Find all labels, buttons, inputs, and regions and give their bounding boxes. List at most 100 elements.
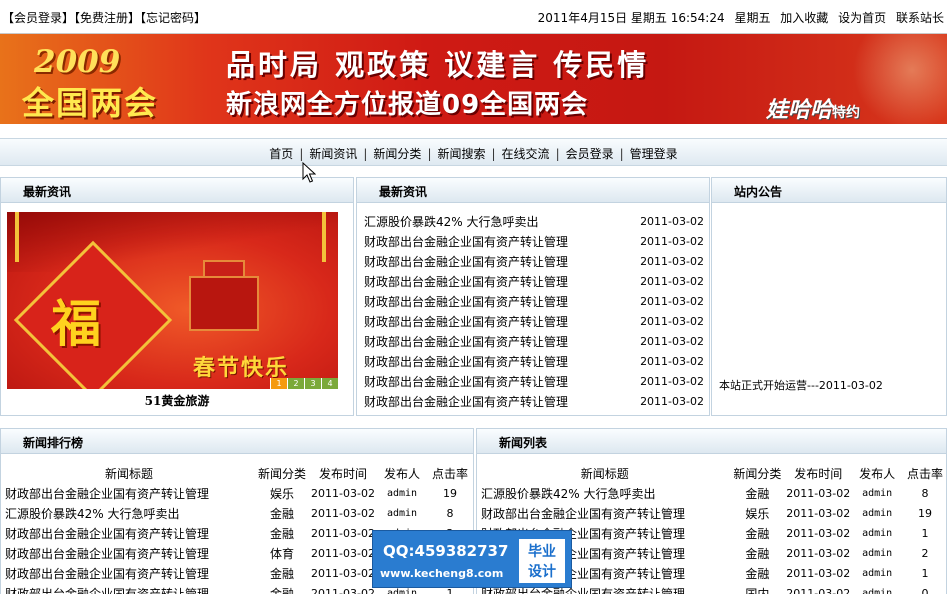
list-item: 财政部出台金融企业国有资产转让管理 2011-03-02 xyxy=(364,332,706,352)
panel-title: 新闻列表 xyxy=(499,436,548,450)
news-title-link[interactable]: 财政部出台金融企业国有资产转让管理 xyxy=(5,483,253,503)
watermark-stamp: 毕业 设计 xyxy=(519,539,565,583)
news-title-link[interactable]: 财政部出台金融企业国有资产转让管理 xyxy=(5,563,253,583)
list-item: 财政部出台金融企业国有资产转让管理 2011-03-02 xyxy=(364,252,706,272)
news-title-link[interactable]: 财政部出台金融企业国有资产转让管理 xyxy=(364,352,568,372)
nav-item-0[interactable]: 首页 xyxy=(263,147,299,161)
header-col-category: 新闻分类 xyxy=(257,466,306,481)
news-title-link[interactable]: 财政部出台金融企业国有资产转让管理 xyxy=(364,232,568,252)
banner-event: 全国两会 xyxy=(22,84,159,122)
feature-caption[interactable]: 51黄金旅游 xyxy=(1,392,353,409)
panel-latest-feature: 最新资讯 福 春节快乐 1234 51黄金旅游 xyxy=(0,177,354,416)
news-category: 娱乐 xyxy=(269,486,294,501)
news-date: 2011-03-02 xyxy=(311,506,375,520)
list-item: 财政部出台金融企业国有资产转让管理 2011-03-02 xyxy=(364,392,706,412)
nav-items: 首页 | 新闻资讯 | 新闻分类 | 新闻搜索 | 在线交流 | 会员登录 | 管理登录 xyxy=(263,145,683,162)
news-category: 金融 xyxy=(269,506,294,521)
news-title-link[interactable]: 财政部出台金融企业国有资产转让管理 xyxy=(364,252,568,272)
set-homepage-link[interactable]: 设为首页 xyxy=(838,11,886,25)
nav-item-3[interactable]: 新闻搜索 xyxy=(431,147,491,161)
header-col-title: 新闻标题 xyxy=(580,466,629,481)
news-date: 2011-03-02 xyxy=(640,255,704,268)
header-col-author: 发布人 xyxy=(859,466,896,481)
register-link[interactable]: 【免费注册】 xyxy=(74,11,140,25)
add-favorite-link[interactable]: 加入收藏 xyxy=(780,11,828,25)
contact-admin-link[interactable]: 联系站长 xyxy=(896,11,944,25)
watermark-site: www.kecheng8.com xyxy=(380,567,504,580)
nav-item-6[interactable]: 管理登录 xyxy=(624,147,684,161)
forgot-password-link[interactable]: 【忘记密码】 xyxy=(140,11,206,25)
feature-drape xyxy=(7,212,338,272)
panel-latest-list: 最新资讯 汇源股价暴跌42% 大行急呼卖出 2011-03-02 财政部出台金融企业… xyxy=(356,177,710,416)
stamp-line-2: 设计 xyxy=(528,564,556,580)
table-header-row: 新闻标题 新闻分类 发布时间 发布人 点击率 xyxy=(481,463,946,483)
pager-button-3[interactable]: 3 xyxy=(304,378,321,389)
news-date: 2011-03-02 xyxy=(640,295,704,308)
table-row: 汇源股价暴跌42% 大行急呼卖出 金融 2011-03-02 admin 8 xyxy=(5,503,471,523)
news-author: admin xyxy=(862,587,893,594)
news-clicks: 2 xyxy=(921,546,929,560)
news-category: 金融 xyxy=(745,566,770,581)
watermark-badge: QQ:459382737 www.kecheng8.com 毕业 设计 xyxy=(372,530,572,588)
news-date: 2011-03-02 xyxy=(786,586,851,594)
panel-header: 最新资讯 xyxy=(357,178,709,203)
news-author: admin xyxy=(386,507,418,519)
news-clicks: 19 xyxy=(443,486,457,500)
news-title-link[interactable]: 财政部出台金融企业国有资产转让管理 xyxy=(364,292,568,312)
nav-separator: | xyxy=(555,147,560,161)
news-title-link[interactable]: 财政部出台金融企业国有资产转让管理 xyxy=(5,583,253,594)
news-date: 2011-03-02 xyxy=(640,315,704,328)
header-col-date: 发布时间 xyxy=(794,466,843,481)
news-title-link[interactable]: 财政部出台金融企业国有资产转让管理 xyxy=(5,543,253,563)
lantern-right-icon xyxy=(322,212,326,262)
news-title-link[interactable]: 财政部出台金融企业国有资产转让管理 xyxy=(5,523,253,543)
news-date: 2011-03-02 xyxy=(640,235,704,248)
pager-button-2[interactable]: 2 xyxy=(287,378,304,389)
news-clicks: 19 xyxy=(918,506,933,520)
news-date: 2011-03-02 xyxy=(786,546,851,560)
news-author: admin xyxy=(862,547,893,559)
notice-text[interactable]: 本站正式开始运营---2011-03-02 xyxy=(719,377,883,393)
member-login-link[interactable]: 【会员登录】 xyxy=(2,11,74,25)
pager-button-1[interactable]: 1 xyxy=(270,378,287,389)
news-clicks: 1 xyxy=(921,566,929,580)
nav-item-2[interactable]: 新闻分类 xyxy=(367,147,427,161)
news-date: 2011-03-02 xyxy=(311,526,375,540)
news-title-link[interactable]: 财政部出台金融企业国有资产转让管理 xyxy=(364,372,568,392)
banner-year: 2009 xyxy=(34,44,121,80)
feature-slideshow[interactable]: 福 春节快乐 1234 xyxy=(7,212,338,389)
site-banner: 2009 全国两会 品时局 观政策 议建言 传民情 新浪网全方位报道09全国两会… xyxy=(0,34,947,124)
news-category: 金融 xyxy=(269,586,294,594)
nav-item-1[interactable]: 新闻资讯 xyxy=(303,147,363,161)
news-title-link[interactable]: 汇源股价暴跌42% 大行急呼卖出 xyxy=(5,503,253,523)
banner-slogan-top: 品时局 观政策 议建言 传民情 xyxy=(226,48,650,82)
news-title-link[interactable]: 财政部出台金融企业国有资产转让管理 xyxy=(364,312,568,332)
news-title-link[interactable]: 财政部出台金融企业国有资产转让管理 xyxy=(364,332,568,352)
header-col-category: 新闻分类 xyxy=(733,466,782,481)
news-clicks: 0 xyxy=(921,586,929,594)
news-title-link[interactable]: 汇源股价暴跌42% 大行急呼卖出 xyxy=(364,212,539,232)
news-title-link[interactable]: 财政部出台金融企业国有资产转让管理 xyxy=(364,392,568,412)
news-author: admin xyxy=(386,487,418,499)
pager-button-4[interactable]: 4 xyxy=(321,378,338,389)
table-header-row: 新闻标题 新闻分类 发布时间 发布人 点击率 xyxy=(5,463,471,483)
panel-title: 新闻排行榜 xyxy=(23,436,84,450)
news-title-link[interactable]: 财政部出台金融企业国有资产转让管理 xyxy=(481,503,728,523)
news-category: 娱乐 xyxy=(745,506,770,521)
news-author: admin xyxy=(862,527,893,539)
current-weekday: 星期五 xyxy=(734,11,771,25)
news-author: admin xyxy=(862,507,893,519)
panel-title: 最新资讯 xyxy=(23,185,72,199)
nav-item-5[interactable]: 会员登录 xyxy=(560,147,620,161)
news-category: 金融 xyxy=(745,546,770,561)
watermark-qq: QQ:459382737 xyxy=(383,542,509,560)
header-col-title: 新闻标题 xyxy=(104,466,153,481)
news-title-link[interactable]: 财政部出台金融企业国有资产转让管理 xyxy=(364,272,568,292)
nav-item-4[interactable]: 在线交流 xyxy=(496,147,556,161)
panel-title: 站内公告 xyxy=(734,185,783,199)
news-clicks: 1 xyxy=(921,526,929,540)
mouse-cursor-icon xyxy=(302,162,316,183)
list-item: 财政部出台金融企业国有资产转让管理 2011-03-02 xyxy=(364,232,706,252)
news-date: 2011-03-02 xyxy=(640,275,704,288)
news-title-link[interactable]: 汇源股价暴跌42% 大行急呼卖出 xyxy=(481,483,728,503)
